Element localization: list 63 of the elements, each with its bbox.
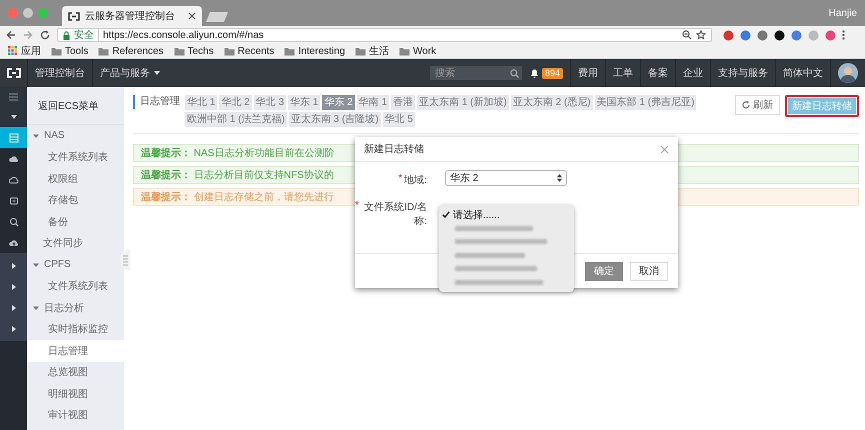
nav-link[interactable]: 费用 [570,59,605,87]
sidebar-item[interactable]: 权限组 [27,168,124,190]
required-mark: * [398,173,402,186]
dropdown-option[interactable]: 请选择...... [439,208,574,222]
url-text: https://ecs.console.aliyun.com/#/nas [103,30,264,40]
nav-link[interactable]: 企业 [675,59,710,87]
sidebar-item[interactable]: 明细视图 [27,383,124,404]
notice-text: 温馨提示： 创建日志存储之前，请您先进行 [141,190,334,204]
region-tab[interactable]: 亚太东南 2 (悉尼) [510,95,593,110]
sidebar-item[interactable]: NAS [27,125,124,146]
search-field[interactable]: 搜索 [430,66,522,80]
browser-tab[interactable]: 云服务器管理控制台 [62,6,202,26]
region-tab[interactable]: 亚太东南 3 (吉隆坡) [288,112,381,127]
refresh-button[interactable]: 刷新 [735,95,780,115]
region-tab[interactable]: 亚太东南 1 (新加坡) [417,95,509,110]
bookmark[interactable]: 应用 [8,44,41,58]
region-tab[interactable]: 华北 3 [254,95,286,110]
sidebar-item[interactable]: 实时指标监控 [27,318,124,340]
notice-text: 温馨提示： 日志分析目前仅支持NFS协议的 [141,168,334,182]
address-bar[interactable]: 安全 https://ecs.console.aliyun.com/#/nas [57,28,712,42]
notification-count: 894 [542,68,563,78]
sidebar-item[interactable]: 审计视图 [27,404,124,426]
security-label: 安全 [74,28,99,42]
nav-link[interactable]: 工单 [605,59,640,87]
field-label: 地域: [404,174,427,187]
required-mark: * [355,200,359,213]
nav-link[interactable]: 简体中文 [775,59,830,87]
dialog-button[interactable]: 取消 [630,262,668,280]
region-select[interactable]: 华东 2 [445,170,567,186]
back-link[interactable]: 返回ECS菜单 [27,87,124,125]
sidebar-item[interactable]: CPFS [27,254,124,276]
bookmark[interactable]: Recents [224,46,274,56]
region-tab[interactable]: 欧洲中部 1 (法兰克福) [185,112,287,127]
region-tab[interactable]: 华东 2 [322,95,355,110]
region-tab[interactable]: 美国东部 1 (弗吉尼亚) [594,95,696,110]
sidebar-item[interactable]: 备份 [27,211,124,232]
sidebar-item[interactable]: 文件系统列表 [27,146,124,168]
region-tab[interactable]: 华南 1 [356,95,390,110]
page-title: 日志管理 [133,95,180,109]
bookmark[interactable]: 生活 [355,44,390,58]
bookmark[interactable]: Techs [174,46,214,56]
sidebar-item[interactable]: 文件同步 [27,232,124,254]
bookmark[interactable]: Work [399,46,436,56]
nav-link[interactable]: 备案 [640,59,675,87]
region-tab[interactable]: 华北 1 [185,95,218,110]
region-tab[interactable]: 华北 2 [219,95,252,110]
region-tab[interactable]: 华东 1 [288,95,320,110]
sidebar-item[interactable]: 文件系统列表 [27,276,124,297]
sidebar-item[interactable]: 日志分析 [27,297,124,318]
sidebar-item[interactable]: 日志管理 [27,340,124,362]
profile-name[interactable]: Hanjie [828,8,865,18]
bookmark[interactable]: Tools [51,46,88,56]
region-tab[interactable]: 华北 5 [382,112,415,127]
bookmark[interactable]: Interesting [284,46,346,56]
tab-title: 云服务器管理控制台 [85,10,175,23]
dialog-title: 新建日志转储 [364,142,424,156]
field-label: 文件系统ID/名称: [363,200,427,228]
region-tab[interactable]: 香港 [391,95,416,110]
sidebar-item[interactable]: 存储包 [27,190,124,211]
nav-link[interactable]: 支持与服务 [710,59,775,87]
notice-text: 温馨提示： NAS日志分析功能目前在公测阶 [141,146,334,160]
bookmark[interactable]: References [98,46,164,56]
sidebar-item[interactable]: 总览视图 [27,362,124,383]
